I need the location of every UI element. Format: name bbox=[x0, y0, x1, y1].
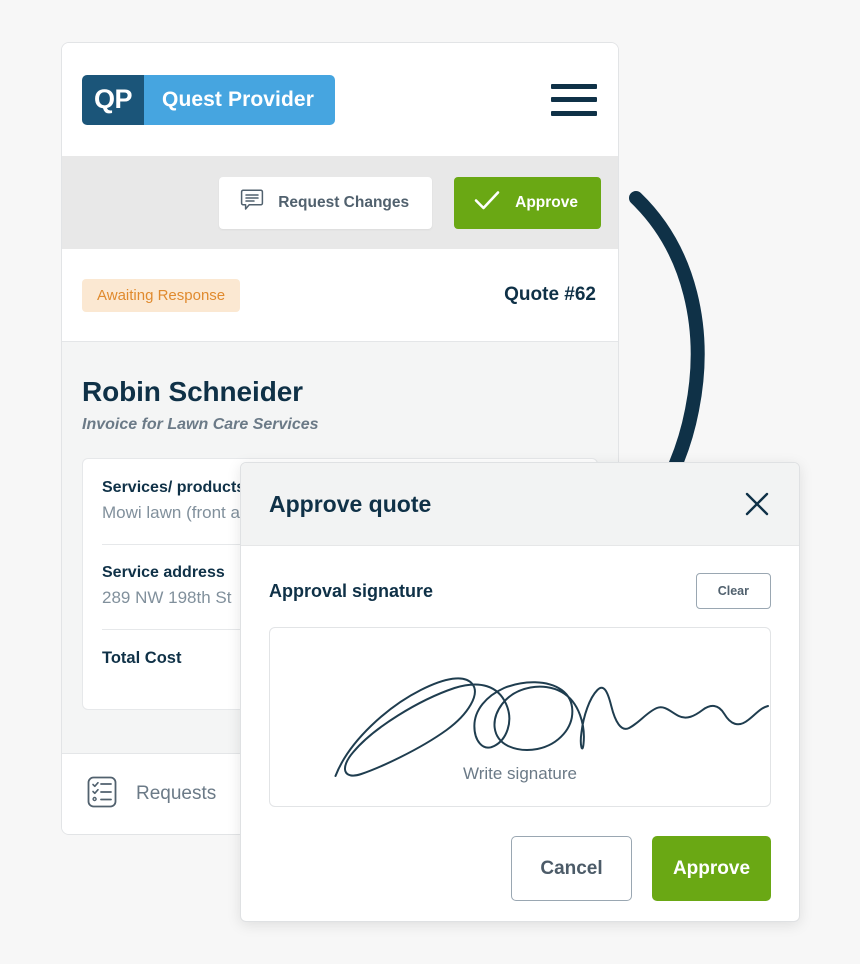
requests-tab-label[interactable]: Requests bbox=[136, 783, 216, 805]
cancel-button[interactable]: Cancel bbox=[511, 836, 632, 901]
hamburger-menu-icon[interactable] bbox=[551, 83, 597, 116]
clear-signature-button[interactable]: Clear bbox=[695, 573, 771, 609]
modal-header: Approve quote bbox=[241, 463, 799, 546]
hamburger-bar bbox=[551, 83, 597, 89]
approve-button-modal[interactable]: Approve bbox=[652, 836, 771, 901]
quote-subtitle: Invoice for Lawn Care Services bbox=[82, 416, 319, 433]
request-changes-button[interactable]: Request Changes bbox=[219, 176, 433, 229]
checklist-icon bbox=[84, 774, 120, 815]
status-row: Awaiting Response Quote #62 bbox=[62, 249, 618, 342]
hamburger-bar bbox=[551, 110, 597, 116]
brand-logo-mark: QP bbox=[82, 74, 145, 125]
approve-button-top[interactable]: Approve bbox=[454, 176, 601, 229]
signature-pad[interactable]: Write signature bbox=[269, 627, 771, 807]
quote-number: Quote #62 bbox=[504, 284, 596, 305]
signature-placeholder-text: Write signature bbox=[462, 764, 577, 783]
approval-signature-label: Approval signature bbox=[269, 580, 434, 601]
modal-actions: Cancel Approve bbox=[269, 807, 771, 901]
brand-logo[interactable]: QP Quest Provider bbox=[82, 74, 335, 125]
modal-body: Approval signature Clear Write signature… bbox=[241, 546, 799, 901]
checkmark-icon bbox=[473, 189, 501, 216]
app-header: QP Quest Provider bbox=[62, 43, 618, 156]
client-name: Robin Schneider bbox=[82, 376, 303, 407]
close-x-icon[interactable] bbox=[740, 487, 774, 521]
approve-label-top: Approve bbox=[515, 193, 578, 211]
signature-header-row: Approval signature Clear bbox=[269, 573, 771, 609]
quote-action-bar: Request Changes Approve bbox=[62, 156, 618, 249]
app-root: QP Quest Provider Request Changes Approv… bbox=[0, 0, 860, 964]
status-badge: Awaiting Response bbox=[82, 278, 241, 312]
approve-quote-modal: Approve quote Approval signature Clear W… bbox=[240, 462, 800, 922]
hamburger-bar bbox=[551, 97, 597, 102]
modal-title: Approve quote bbox=[269, 490, 432, 517]
comment-lines-icon bbox=[239, 187, 265, 218]
request-changes-label: Request Changes bbox=[278, 193, 410, 211]
brand-logo-name: Quest Provider bbox=[144, 74, 335, 125]
